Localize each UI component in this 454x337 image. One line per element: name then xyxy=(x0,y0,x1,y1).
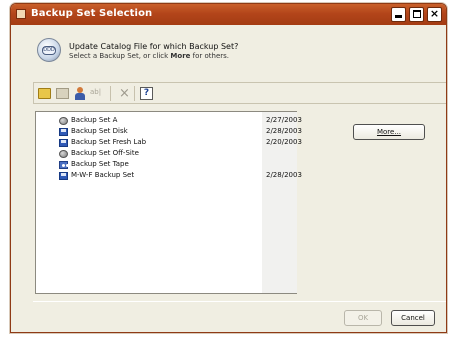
minimize-button[interactable] xyxy=(391,7,406,22)
backup-set-date: 2/28/2003 xyxy=(266,127,302,135)
backup-set-name: Backup Set Off-Site xyxy=(71,149,139,157)
more-button[interactable]: More... xyxy=(353,124,425,140)
list-item[interactable]: Backup Set Fresh Lab 2/20/2003 xyxy=(36,138,302,148)
tape-icon xyxy=(59,161,68,169)
backup-set-date: 2/27/2003 xyxy=(266,116,302,124)
maximize-button[interactable] xyxy=(409,7,424,22)
backup-set-selection-dialog: Backup Set Selection × DDD Update Catalo… xyxy=(10,3,447,333)
rename-icon[interactable]: ab| xyxy=(90,88,103,101)
catalog-icon: DDD xyxy=(37,38,61,62)
backup-set-name: Backup Set Fresh Lab xyxy=(71,138,147,146)
backup-set-name: M-W-F Backup Set xyxy=(71,171,135,179)
backup-set-name: Backup Set A xyxy=(71,116,118,124)
backup-set-date: 2/20/2003 xyxy=(266,138,302,146)
properties-icon[interactable] xyxy=(56,88,69,99)
list-item[interactable]: Backup Set A 2/27/2003 xyxy=(36,116,302,126)
list-item[interactable]: M-W-F Backup Set 2/28/2003 xyxy=(36,171,302,181)
ok-button[interactable]: OK xyxy=(344,310,382,326)
list-item[interactable]: Backup Set Off-Site xyxy=(36,149,296,159)
header-instruction: Select a Backup Set, or click More for o… xyxy=(69,52,230,60)
disk-icon xyxy=(59,172,68,180)
list-item[interactable]: Backup Set Disk 2/28/2003 xyxy=(36,127,302,137)
toolbar-separator xyxy=(134,86,135,101)
new-folder-icon[interactable] xyxy=(38,88,51,99)
help-icon[interactable]: ? xyxy=(140,87,153,100)
close-button[interactable]: × xyxy=(427,7,442,22)
divider xyxy=(33,301,446,302)
backup-set-date: 2/28/2003 xyxy=(266,171,302,179)
titlebar[interactable]: Backup Set Selection × xyxy=(11,4,446,25)
disk-icon xyxy=(59,139,68,147)
list-item[interactable]: Backup Set Tape xyxy=(36,160,296,170)
disk-icon xyxy=(59,128,68,136)
backup-set-name: Backup Set Disk xyxy=(71,127,128,135)
maximize-icon xyxy=(413,10,421,18)
cancel-button[interactable]: Cancel xyxy=(391,310,435,326)
user-icon[interactable] xyxy=(74,87,87,100)
backup-set-list[interactable]: Backup Set A 2/27/2003 Backup Set Disk 2/28… xyxy=(35,111,302,294)
app-icon xyxy=(16,9,26,19)
header-question: Update Catalog File for which Backup Set… xyxy=(69,42,239,51)
minimize-icon xyxy=(395,15,402,18)
backup-set-name: Backup Set Tape xyxy=(71,160,129,168)
network-icon xyxy=(59,150,68,158)
toolbar: ab| × ? xyxy=(33,82,446,104)
delete-icon[interactable]: × xyxy=(118,87,131,100)
toolbar-separator xyxy=(110,86,111,101)
window-title: Backup Set Selection xyxy=(31,8,153,19)
network-icon xyxy=(59,117,68,125)
